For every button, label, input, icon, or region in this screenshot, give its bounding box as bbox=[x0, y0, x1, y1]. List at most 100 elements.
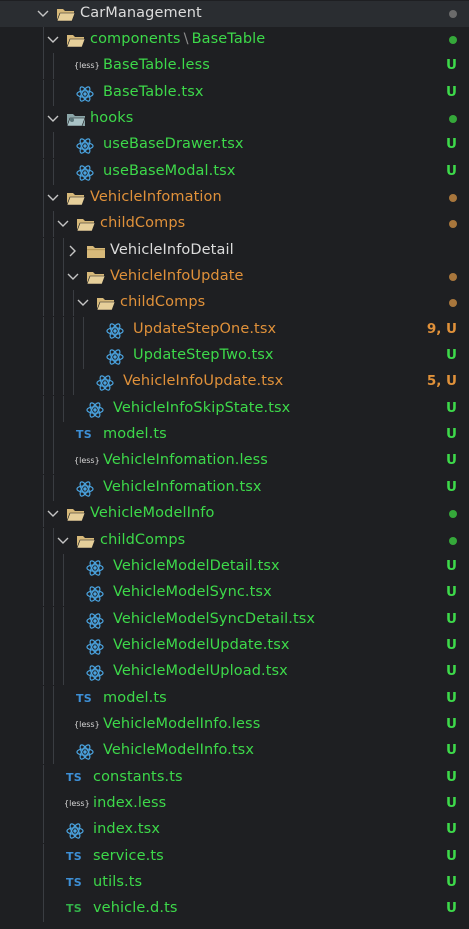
git-status-badge: U bbox=[446, 900, 457, 917]
indent-guide bbox=[63, 606, 64, 633]
tree-row-car-management[interactable]: CarManagement bbox=[0, 0, 469, 27]
tree-row-vehicle-model-sync-detail[interactable]: VehicleModelSyncDetail.tsx U bbox=[0, 606, 469, 633]
tree-row-child-comps-1[interactable]: childComps bbox=[0, 211, 469, 238]
tree-row-vehicle-info-update-tsx[interactable]: VehicleInfoUpdate.tsx 5, U bbox=[0, 369, 469, 396]
git-status-badge: 9, U bbox=[426, 320, 457, 337]
indent-guide bbox=[53, 659, 54, 686]
status-dot bbox=[449, 510, 457, 519]
git-status-badge: U bbox=[446, 663, 457, 680]
folder-open-icon bbox=[76, 219, 96, 232]
indent-guide bbox=[83, 343, 84, 370]
folder-open-icon bbox=[76, 535, 96, 548]
indent-guide bbox=[53, 711, 54, 738]
tree-row-vehicle-infomation-tsx[interactable]: VehicleInfomation.tsx U bbox=[0, 474, 469, 501]
indent-guide bbox=[53, 474, 54, 501]
indent-guide bbox=[43, 817, 44, 844]
tree-row-index-less[interactable]: {less} index.less U bbox=[0, 791, 469, 817]
tree-row-service-ts[interactable]: TS service.ts U bbox=[0, 843, 469, 870]
indent-guide bbox=[53, 553, 54, 580]
typescript-icon: TS bbox=[76, 691, 93, 705]
tree-row-basetable-tsx[interactable]: BaseTable.tsx U bbox=[0, 79, 469, 106]
indent-guide bbox=[53, 290, 54, 317]
indent-guide bbox=[53, 264, 54, 290]
tree-row-basetable-less[interactable]: {less} BaseTable.less U bbox=[0, 53, 469, 80]
tree-row-label: VehicleModelSync.tsx bbox=[113, 584, 272, 601]
tree-row-update-step-two[interactable]: UpdateStepTwo.tsx U bbox=[0, 343, 469, 370]
chevron-down-icon[interactable] bbox=[56, 217, 70, 231]
tree-row-label: hooks bbox=[90, 109, 134, 126]
tree-row-update-step-one[interactable]: UpdateStepOne.tsx 9, U bbox=[0, 316, 469, 343]
tree-row-vehicle-model-upload[interactable]: VehicleModelUpload.tsx U bbox=[0, 659, 469, 686]
tree-row-vehicle-info-update-folder[interactable]: VehicleInfoUpdate bbox=[0, 264, 469, 290]
git-status-badge: U bbox=[446, 610, 457, 627]
indent-guide bbox=[43, 79, 44, 106]
react-icon bbox=[86, 639, 104, 655]
tree-row-vehicle-model-info-less[interactable]: {less} VehicleModelInfo.less U bbox=[0, 711, 469, 738]
tree-row-label: VehicleInfoDetail bbox=[110, 241, 234, 258]
status-dot bbox=[449, 220, 457, 229]
tree-row-utils-ts[interactable]: TS utils.ts U bbox=[0, 870, 469, 897]
tree-row-child-comps-3[interactable]: childComps bbox=[0, 527, 469, 554]
react-icon bbox=[76, 164, 94, 181]
tree-row-model-ts-2[interactable]: TS model.ts U bbox=[0, 685, 469, 712]
tree-row-label: VehicleModelUpload.tsx bbox=[113, 663, 288, 680]
chevron-down-icon[interactable] bbox=[46, 33, 60, 47]
tree-row-hooks[interactable]: hooks bbox=[0, 105, 469, 132]
tree-row-label: CarManagement bbox=[80, 4, 202, 21]
chevron-down-icon[interactable] bbox=[46, 507, 60, 521]
tree-row-label: utils.ts bbox=[93, 874, 143, 891]
chevron-down-icon[interactable] bbox=[56, 534, 70, 548]
tree-row-label: VehicleInfomation bbox=[90, 188, 222, 205]
tree-row-use-base-modal[interactable]: useBaseModal.tsx U bbox=[0, 158, 469, 185]
indent-guide bbox=[43, 26, 44, 53]
chevron-right-icon[interactable] bbox=[66, 244, 80, 258]
indent-guide bbox=[43, 738, 44, 765]
tree-row-vehicle-model-info-tsx[interactable]: VehicleModelInfo.tsx U bbox=[0, 738, 469, 765]
indent-guide bbox=[63, 343, 64, 370]
tree-row-vehicle-model-info[interactable]: VehicleModelInfo bbox=[0, 501, 469, 528]
tree-row-label: VehicleInfoUpdate.tsx bbox=[123, 373, 284, 390]
chevron-down-icon[interactable] bbox=[66, 270, 80, 284]
chevron-down-icon[interactable] bbox=[46, 191, 60, 205]
indent-guide bbox=[43, 422, 44, 449]
git-status-badge: U bbox=[446, 715, 457, 732]
indent-guide bbox=[53, 369, 54, 396]
tree-row-model-ts-1[interactable]: TS model.ts U bbox=[0, 422, 469, 449]
tree-row-use-base-drawer[interactable]: useBaseDrawer.tsx U bbox=[0, 132, 469, 159]
tree-row-vehicle-model-detail[interactable]: VehicleModelDetail.tsx U bbox=[0, 553, 469, 580]
git-status-badge: U bbox=[446, 347, 457, 364]
typescript-icon: TS bbox=[66, 902, 83, 916]
tree-row-child-comps-2[interactable]: childComps bbox=[0, 290, 469, 317]
folder-open-icon bbox=[66, 34, 86, 48]
indent-guide bbox=[43, 896, 44, 923]
tree-row-components-basetable[interactable]: components \ BaseTable bbox=[0, 26, 469, 53]
git-status-badge: U bbox=[446, 426, 457, 443]
git-status-badge: U bbox=[446, 57, 457, 74]
tree-row-vehicle-model-sync[interactable]: VehicleModelSync.tsx U bbox=[0, 580, 469, 607]
tree-row-vehicle-model-update[interactable]: VehicleModelUpdate.tsx U bbox=[0, 632, 469, 659]
indent-guide bbox=[53, 395, 54, 422]
tree-row-label: VehicleInfoSkipState.tsx bbox=[113, 399, 291, 416]
tree-row-label: VehicleModelUpdate.tsx bbox=[113, 636, 290, 653]
indent-guide bbox=[43, 580, 44, 607]
tree-row-vehicle-info-detail[interactable]: VehicleInfoDetail bbox=[0, 237, 469, 264]
tree-row-constants-ts[interactable]: TS constants.ts U bbox=[0, 764, 469, 791]
tree-row-label: useBaseModal.tsx bbox=[103, 162, 236, 179]
chevron-down-icon[interactable] bbox=[46, 112, 60, 126]
chevron-down-icon[interactable] bbox=[76, 296, 90, 310]
less-icon: {less} bbox=[74, 456, 100, 466]
react-icon bbox=[76, 85, 94, 102]
tree-row-vehicle-d-ts[interactable]: TS vehicle.d.ts U bbox=[0, 896, 469, 923]
indent-guide bbox=[63, 632, 64, 659]
chevron-down-icon[interactable] bbox=[36, 7, 50, 21]
tree-row-vehicle-infomation[interactable]: VehicleInfomation bbox=[0, 184, 469, 211]
indent-guide bbox=[53, 580, 54, 607]
indent-guide bbox=[53, 132, 54, 159]
folder-open-icon bbox=[66, 509, 86, 522]
indent-guide bbox=[63, 659, 64, 686]
tree-row-vehicle-info-skip-state[interactable]: VehicleInfoSkipState.tsx U bbox=[0, 395, 469, 422]
tree-row-vehicle-infomation-less[interactable]: {less} VehicleInfomation.less U bbox=[0, 448, 469, 475]
status-dot bbox=[449, 114, 457, 123]
tree-row-index-tsx[interactable]: index.tsx U bbox=[0, 817, 469, 844]
git-status-badge: U bbox=[446, 83, 457, 100]
